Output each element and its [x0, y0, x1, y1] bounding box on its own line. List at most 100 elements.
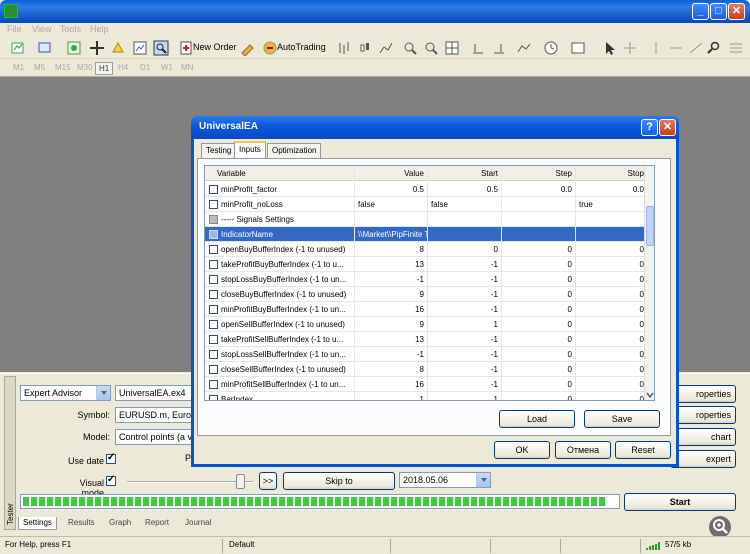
tf-m15[interactable]: M15 [52, 62, 74, 75]
tab-settings[interactable]: Settings [18, 517, 57, 530]
zoom-out-icon[interactable] [423, 40, 439, 56]
cell-start[interactable]: -1 [428, 272, 502, 287]
table-row[interactable]: ----- Signals Settings [205, 212, 654, 227]
data-window-icon[interactable] [132, 40, 148, 56]
cell-step[interactable]: 0 [502, 272, 576, 287]
skip-arrows-button[interactable]: >> [259, 472, 277, 490]
strategy-tester-icon[interactable] [153, 40, 169, 56]
table-row[interactable]: minProfitBuyBufferIndex (-1 to un... 16 -1… [205, 302, 654, 317]
tab-graph[interactable]: Graph [105, 517, 135, 530]
crosshair-icon[interactable] [622, 40, 638, 56]
cell-step[interactable]: 0 [502, 257, 576, 272]
cell-value[interactable] [355, 212, 428, 227]
save-button[interactable]: Save [584, 410, 660, 428]
table-row[interactable]: stopLossSellBufferIndex (-1 to un... -1 -1… [205, 347, 654, 362]
tile-windows-icon[interactable] [444, 40, 460, 56]
cancel-button[interactable]: Отмена [555, 441, 611, 459]
open-chart-button[interactable]: chart [670, 428, 736, 446]
table-row[interactable]: openSellBufferIndex (-1 to unused) 9 1 0 0 [205, 317, 654, 332]
cell-stop[interactable] [576, 212, 648, 227]
cell-value[interactable]: 8 [355, 242, 428, 257]
visual-mode-checkbox[interactable] [106, 474, 116, 486]
trendline-icon[interactable] [688, 40, 704, 56]
autotrading-icon[interactable] [262, 40, 278, 56]
table-row[interactable]: closeSellBufferIndex (-1 to unused) 8 -1 0 0 [205, 362, 654, 377]
table-row[interactable]: stopLossBuyBufferIndex (-1 to un... -1 -1 0… [205, 272, 654, 287]
cell-stop[interactable]: 0 [576, 377, 648, 392]
table-row[interactable]: takeProfitSellBufferIndex (-1 to u... 13-… [205, 332, 654, 347]
expert-properties-button[interactable]: roperties [670, 385, 736, 403]
search-icon[interactable] [706, 40, 722, 56]
scroll-down-icon[interactable] [646, 391, 654, 399]
skip-to-button[interactable]: Skip to [283, 472, 395, 490]
cell-stop[interactable]: 0 [576, 347, 648, 362]
close-button[interactable]: ✕ [728, 3, 745, 20]
table-row[interactable]: openBuyBufferIndex (-1 to unused) 8 0 0 0 [205, 242, 654, 257]
cell-step[interactable]: 0 [502, 362, 576, 377]
tf-m30[interactable]: M30 [74, 62, 96, 75]
cell-step[interactable]: 0 [502, 347, 576, 362]
tf-h1[interactable]: H1 [95, 62, 114, 75]
cell-value[interactable]: 13 [355, 257, 428, 272]
periods-icon[interactable] [543, 40, 559, 56]
cell-step[interactable]: 0 [502, 377, 576, 392]
cell-value[interactable]: -1 [355, 272, 428, 287]
menu-help[interactable]: Help [90, 24, 109, 34]
cell-start[interactable]: -1 [428, 287, 502, 302]
cell-value[interactable]: false [355, 197, 428, 212]
tf-h4[interactable]: H4 [115, 62, 131, 75]
market-watch-icon[interactable] [66, 40, 82, 56]
cell-start[interactable]: -1 [428, 362, 502, 377]
cell-start[interactable]: -1 [428, 347, 502, 362]
tab-report[interactable]: Report [141, 517, 173, 530]
cell-value[interactable]: 9 [355, 317, 428, 332]
cell-start[interactable]: 0 [428, 242, 502, 257]
cell-stop[interactable]: true [576, 197, 648, 212]
cell-stop[interactable]: 0 [576, 302, 648, 317]
menu-file[interactable]: File [7, 24, 22, 34]
reset-button[interactable]: Reset [615, 441, 671, 459]
cell-start[interactable] [428, 227, 502, 242]
cell-stop[interactable]: 0 [576, 317, 648, 332]
cell-stop[interactable]: 0 [576, 272, 648, 287]
cell-stop[interactable]: 0 [576, 332, 648, 347]
cell-step[interactable]: 0 [502, 242, 576, 257]
scrollbar-thumb[interactable] [646, 206, 654, 246]
tf-w1[interactable]: W1 [158, 62, 176, 75]
table-row[interactable]: IndicatorName\\Market\\PipFinite Trend P… [205, 227, 654, 242]
metaeditor-icon[interactable] [240, 40, 256, 56]
tf-m1[interactable]: M1 [10, 62, 27, 75]
cell-step[interactable]: 0 [502, 317, 576, 332]
new-order-button[interactable]: New Order [193, 42, 237, 52]
dialog-help-button[interactable]: ? [641, 119, 658, 136]
use-date-checkbox[interactable] [106, 452, 116, 464]
minimize-button[interactable]: _ [692, 3, 709, 20]
fibonacci-icon[interactable] [728, 40, 744, 56]
cell-step[interactable]: 0.0 [502, 182, 576, 197]
cell-stop[interactable]: 0 [576, 392, 648, 400]
chevron-down-icon[interactable] [476, 473, 490, 487]
dialog-close-button[interactable]: ✕ [659, 119, 676, 136]
expert-select[interactable]: UniversalEA.ex4 [115, 385, 195, 401]
cell-stop[interactable]: 0 [576, 362, 648, 377]
table-row[interactable]: BarIndex 1 1 0 0 [205, 392, 654, 400]
tf-d1[interactable]: D1 [137, 62, 153, 75]
cell-start[interactable]: -1 [428, 257, 502, 272]
cell-stop[interactable]: 0 [576, 287, 648, 302]
cell-value[interactable]: 0.5 [355, 182, 428, 197]
cell-start[interactable]: false [428, 197, 502, 212]
table-row[interactable]: minProfit_noLoss false false true [205, 197, 654, 212]
navigator-icon[interactable] [89, 40, 105, 56]
speed-slider[interactable] [127, 481, 253, 483]
skip-date-select[interactable]: 2018.05.06 [399, 472, 491, 488]
cell-start[interactable]: 0.5 [428, 182, 502, 197]
cell-start[interactable]: -1 [428, 302, 502, 317]
cell-step[interactable] [502, 227, 576, 242]
cell-value[interactable]: 9 [355, 287, 428, 302]
cell-step[interactable] [502, 197, 576, 212]
cell-value[interactable]: 1 [355, 392, 428, 400]
candles-icon[interactable] [357, 40, 373, 56]
cell-value[interactable]: 16 [355, 302, 428, 317]
cell-stop[interactable]: 0.0 [576, 182, 648, 197]
start-button[interactable]: Start [624, 493, 736, 511]
